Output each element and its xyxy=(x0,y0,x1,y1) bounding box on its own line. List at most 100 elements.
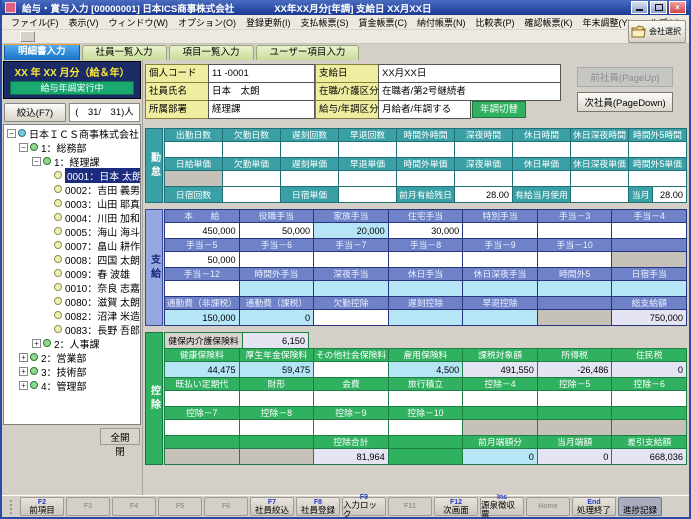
function-key-button[interactable]: Ins源泉徴収票 xyxy=(480,497,524,516)
grid-value-cell[interactable] xyxy=(280,141,339,158)
grid-value-cell[interactable] xyxy=(454,141,513,158)
field-value[interactable]: 11 -0001 xyxy=(208,64,315,83)
tree-item[interactable]: 0082：沼津 米造 xyxy=(4,308,140,322)
grid-value-cell[interactable] xyxy=(239,251,315,268)
tree-expander-icon[interactable]: + xyxy=(19,367,28,376)
grid-value-cell[interactable]: 44,475 xyxy=(164,361,240,378)
minimize-icon[interactable] xyxy=(631,1,648,14)
grid-value-cell[interactable] xyxy=(462,280,538,297)
grid-value-cell[interactable] xyxy=(570,186,629,203)
tree-item[interactable]: 0083：長野 吾郎 xyxy=(4,322,140,336)
tab-項目一覧入力[interactable]: 項目一覧入力 xyxy=(169,45,254,60)
tree-item[interactable]: +2：営業部 xyxy=(4,350,140,364)
grid-value-cell[interactable] xyxy=(628,170,687,187)
tree-item[interactable]: −日本ＩＣＳ商事株式会社 xyxy=(4,126,140,140)
grid-value-cell[interactable] xyxy=(222,186,281,203)
grid-value-cell[interactable]: 81,964 xyxy=(313,448,389,465)
grid-value-cell[interactable] xyxy=(313,309,389,326)
tree-expander-icon[interactable]: + xyxy=(19,353,28,362)
menu-item[interactable]: 賃金帳票(C) xyxy=(354,16,413,29)
function-key-button[interactable]: End処理終了 xyxy=(572,497,616,516)
menu-item[interactable]: 支払帳票(S) xyxy=(296,16,354,29)
grid-value-cell[interactable] xyxy=(537,222,613,239)
grid-value-cell[interactable]: 28.00 xyxy=(454,186,513,203)
tree-item[interactable]: 0002：吉田 義男 xyxy=(4,182,140,196)
menu-item[interactable]: 表示(V) xyxy=(64,16,104,29)
menu-item[interactable]: 納付帳票(N) xyxy=(412,16,471,29)
tree-item[interactable]: 0001：日本 太朗 xyxy=(4,168,140,182)
tree-item[interactable]: 0005：海山 海斗 xyxy=(4,224,140,238)
grid-value-cell[interactable] xyxy=(454,170,513,187)
grid-value-cell[interactable] xyxy=(222,141,281,158)
function-key-button[interactable]: F12次画面 xyxy=(434,497,478,516)
grid-value-cell[interactable]: 28.00 xyxy=(652,186,687,203)
grid-value-cell[interactable] xyxy=(611,390,687,407)
grid-value-cell[interactable] xyxy=(313,251,389,268)
grid-value-cell[interactable] xyxy=(388,251,464,268)
menu-item[interactable]: 確認帳票(K) xyxy=(520,16,578,29)
function-key-button[interactable]: 進捗記録 xyxy=(618,497,662,516)
grid-value-cell[interactable] xyxy=(164,141,223,158)
company-select-button[interactable]: 会社選択 xyxy=(628,20,686,43)
tree-item[interactable]: +2：人事課 xyxy=(4,336,140,350)
tree-item[interactable]: 0008：四国 太朗 xyxy=(4,252,140,266)
grid-value-cell[interactable] xyxy=(313,419,389,436)
next-employee-button[interactable]: 次社員(PageDown) xyxy=(577,92,673,112)
grid-value-cell[interactable] xyxy=(512,170,571,187)
nencho-toggle-button[interactable]: 年調切替 xyxy=(472,101,526,118)
grid-value-cell[interactable] xyxy=(313,280,389,297)
tree-item[interactable]: +3：技術部 xyxy=(4,364,140,378)
grid-value-cell[interactable] xyxy=(462,309,538,326)
grid-value-cell[interactable] xyxy=(537,251,613,268)
tree-item[interactable]: +4：管理部 xyxy=(4,378,140,392)
grid-value-cell[interactable] xyxy=(462,390,538,407)
grid-value-cell[interactable]: 0 xyxy=(462,448,538,465)
tree-item[interactable]: 0007：畠山 耕作 xyxy=(4,238,140,252)
grid-value-cell[interactable]: 0 xyxy=(239,309,315,326)
tree-item[interactable]: 0080：滋賀 太朗 xyxy=(4,294,140,308)
tab-ユーザー項目入力[interactable]: ユーザー項目入力 xyxy=(256,45,360,60)
grid-value-cell[interactable] xyxy=(462,251,538,268)
grid-value-cell[interactable]: 50,000 xyxy=(164,251,240,268)
grid-value-cell[interactable]: 50,000 xyxy=(239,222,315,239)
tab-明細書入力[interactable]: 明細書入力 xyxy=(4,43,80,60)
menu-item[interactable]: 比較表(P) xyxy=(471,16,520,29)
tree-item[interactable]: 0004：川田 加和夫 xyxy=(4,210,140,224)
grid-value-cell[interactable] xyxy=(313,390,389,407)
grid-value-cell[interactable]: 0 xyxy=(611,361,687,378)
menu-item[interactable]: 年末調整(Y) xyxy=(578,16,636,29)
grid-value-cell[interactable] xyxy=(462,222,538,239)
grid-value-cell[interactable]: 30,000 xyxy=(388,222,464,239)
grid-value-cell[interactable]: 59,475 xyxy=(239,361,315,378)
grid-value-cell[interactable] xyxy=(537,280,613,297)
function-key-button[interactable]: F2前項目 xyxy=(20,497,64,516)
grid-value-cell[interactable] xyxy=(222,170,281,187)
tab-社員一覧入力[interactable]: 社員一覧入力 xyxy=(82,45,167,60)
tree-expander-icon[interactable]: + xyxy=(32,339,41,348)
grid-value-cell[interactable]: 4,500 xyxy=(388,361,464,378)
grid-value-cell[interactable]: 6,150 xyxy=(242,332,309,349)
tree-item[interactable]: 0003：山田 耶真央 xyxy=(4,196,140,210)
grid-value-cell[interactable] xyxy=(239,419,315,436)
grid-value-cell[interactable] xyxy=(388,419,464,436)
function-key-button[interactable]: F8社員登録 xyxy=(296,497,340,516)
grid-value-cell[interactable]: 20,000 xyxy=(313,222,389,239)
grid-value-cell[interactable] xyxy=(396,141,455,158)
grid-value-cell[interactable] xyxy=(338,170,397,187)
grid-value-cell[interactable] xyxy=(239,390,315,407)
function-key-button[interactable]: F7社員絞込 xyxy=(250,497,294,516)
tree-item[interactable]: 0010：奈良 志嘉夫 xyxy=(4,280,140,294)
grid-value-cell[interactable] xyxy=(388,309,464,326)
tree-item[interactable]: −1：総務部 xyxy=(4,140,140,154)
menu-item[interactable]: ファイル(F) xyxy=(6,16,64,29)
grid-value-cell[interactable] xyxy=(512,141,571,158)
restore-icon[interactable] xyxy=(650,1,667,14)
menu-item[interactable]: ウィンドウ(W) xyxy=(104,16,174,29)
filter-button[interactable]: 絞込(F7) xyxy=(4,103,66,122)
grid-value-cell[interactable] xyxy=(164,390,240,407)
menu-item[interactable]: オプション(O) xyxy=(173,16,241,29)
close-icon[interactable]: × xyxy=(669,1,686,14)
grid-value-cell[interactable]: 150,000 xyxy=(164,309,240,326)
grid-value-cell[interactable] xyxy=(313,361,389,378)
tree-item[interactable]: −1：経理課 xyxy=(4,154,140,168)
